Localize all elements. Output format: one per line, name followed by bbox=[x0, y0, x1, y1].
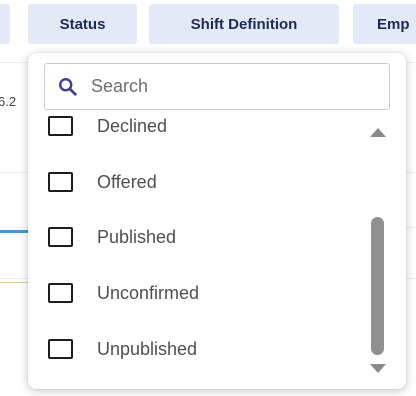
search-input[interactable] bbox=[89, 75, 373, 98]
checkbox[interactable] bbox=[48, 116, 73, 136]
option-label: Offered bbox=[97, 171, 157, 192]
search-icon bbox=[59, 77, 77, 96]
checkbox[interactable] bbox=[48, 283, 73, 303]
table-cell: 6.2 bbox=[0, 94, 17, 109]
scrollbar-thumb[interactable] bbox=[371, 217, 384, 355]
shift-definition-filter-button[interactable]: Shift Definition bbox=[149, 4, 339, 44]
scroll-down-arrow-icon[interactable] bbox=[370, 364, 386, 373]
option-label: Declined bbox=[97, 115, 168, 136]
option-label: Published bbox=[97, 226, 177, 247]
option-published[interactable]: Published bbox=[48, 222, 176, 252]
checkbox[interactable] bbox=[48, 227, 73, 247]
option-offered[interactable]: Offered bbox=[48, 167, 157, 197]
filter-bar: Status Shift Definition Emp bbox=[0, 0, 416, 50]
status-filter-dropdown: Declined Offered Published Unconfirmed U… bbox=[28, 53, 406, 389]
search-box[interactable] bbox=[44, 63, 390, 110]
option-unpublished[interactable]: Unpublished bbox=[48, 334, 197, 364]
checkbox[interactable] bbox=[48, 339, 73, 359]
option-label: Unpublished bbox=[97, 338, 198, 359]
status-filter-button[interactable]: Status bbox=[28, 4, 137, 44]
table-row-highlight bbox=[0, 230, 30, 233]
employee-filter-button[interactable]: Emp bbox=[353, 4, 416, 44]
scroll-up-arrow-icon[interactable] bbox=[370, 128, 386, 137]
option-unconfirmed[interactable]: Unconfirmed bbox=[48, 278, 199, 308]
option-label: Unconfirmed bbox=[97, 282, 200, 303]
table-row-accent bbox=[0, 282, 30, 283]
filter-chip-previous[interactable] bbox=[0, 4, 10, 44]
checkbox[interactable] bbox=[48, 172, 73, 192]
status-options-list: Declined Offered Published Unconfirmed U… bbox=[28, 111, 368, 389]
option-declined[interactable]: Declined bbox=[48, 111, 167, 141]
